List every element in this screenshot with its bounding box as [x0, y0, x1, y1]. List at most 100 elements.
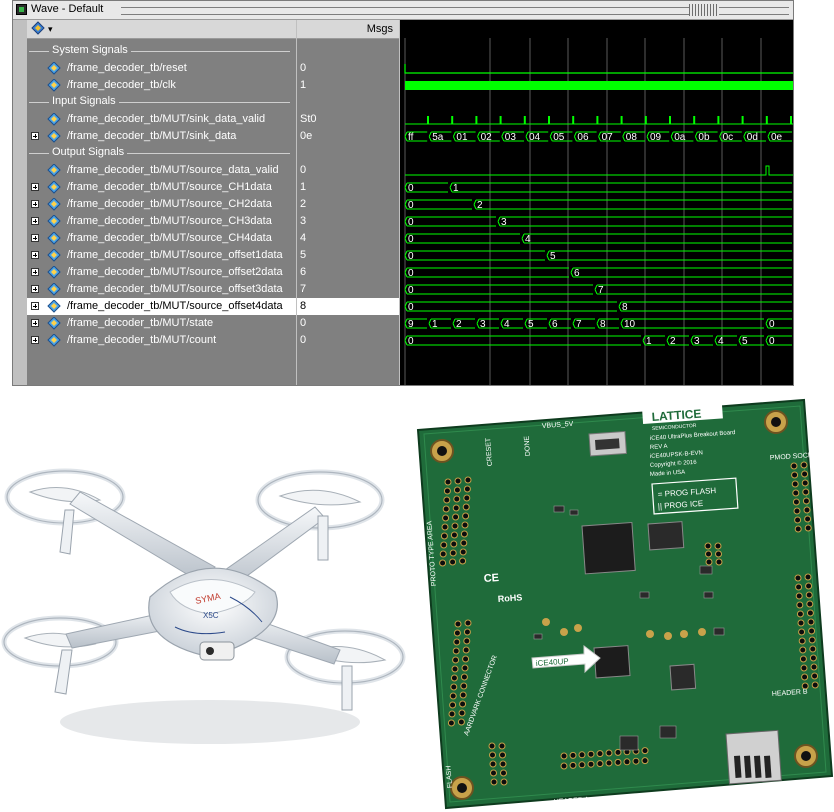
header-pin — [791, 471, 799, 479]
group-row-system[interactable]: System Signals — [27, 43, 296, 60]
sink-data-edge — [477, 131, 481, 142]
channel-edge — [497, 216, 501, 227]
header-pin — [809, 645, 817, 653]
channel-segment — [407, 284, 593, 295]
signal-name: /frame_decoder_tb/MUT/source_offset2data — [67, 266, 283, 278]
header-pin — [460, 682, 468, 690]
signal-value-cell[interactable]: 3 — [297, 213, 399, 230]
signal-value-cell[interactable]: 0e — [297, 128, 399, 145]
count-edge — [714, 335, 718, 346]
header-pin — [578, 761, 586, 769]
header-pin — [805, 582, 813, 590]
signal-row[interactable]: /frame_decoder_tb/MUT/count — [27, 332, 296, 349]
expand-icon[interactable] — [31, 234, 39, 242]
signal-value-cell[interactable]: St0 — [297, 111, 399, 128]
state-label: 5 — [528, 319, 534, 330]
signal-value-cell[interactable]: 0 — [297, 315, 399, 332]
expand-icon[interactable] — [31, 336, 39, 344]
expand-icon[interactable] — [31, 285, 39, 293]
header-pin — [443, 487, 451, 495]
sink-data-label: 5a — [432, 132, 444, 143]
waveform-canvas[interactable]: ff 5a 01 02 03 04 05 06 07 08 09 0a 0b 0c 0d 0e0 10 20 30 4… — [400, 20, 794, 386]
titlebar-drag-handle[interactable] — [689, 4, 719, 16]
signal-name: /frame_decoder_tb/MUT/sink_data_valid — [67, 113, 266, 125]
signal-row[interactable]: /frame_decoder_tb/MUT/source_offset1data — [27, 247, 296, 264]
header-pin — [641, 757, 649, 765]
signal-row[interactable]: /frame_decoder_tb/reset — [27, 60, 296, 77]
header-pin — [457, 718, 465, 726]
channel-segment — [500, 216, 792, 227]
header-pin — [808, 636, 816, 644]
state-edge — [476, 318, 480, 329]
signal-add-icon[interactable] — [31, 21, 45, 35]
signal-name: /frame_decoder_tb/MUT/source_CH4data — [67, 232, 272, 244]
group-row-input[interactable]: Input Signals — [27, 94, 296, 111]
count-segment — [407, 335, 641, 346]
signal-value-cell[interactable]: 1 — [297, 77, 399, 94]
pcb-rohs: RoHS — [497, 592, 522, 604]
window-titlebar[interactable]: Wave - Default — [13, 1, 793, 20]
chevron-down-icon[interactable]: ▾ — [48, 24, 53, 35]
signal-value-cell[interactable]: 5 — [297, 247, 399, 264]
header-pin — [804, 573, 812, 581]
expand-icon[interactable] — [31, 132, 39, 140]
group-row-output[interactable]: Output Signals — [27, 145, 296, 162]
signal-row[interactable]: /frame_decoder_tb/clk — [27, 77, 296, 94]
signal-value: 3 — [300, 215, 307, 227]
header-pin — [803, 506, 811, 514]
expand-icon[interactable] — [31, 251, 39, 259]
signal-diamond-icon — [47, 215, 61, 228]
header-pin — [804, 524, 812, 532]
expand-icon[interactable] — [31, 319, 39, 327]
count-label: 3 — [694, 336, 700, 347]
signal-value-cell[interactable]: 1 — [297, 179, 399, 196]
signal-diamond-icon — [47, 283, 61, 296]
header-pin — [811, 681, 819, 689]
signal-row[interactable]: /frame_decoder_tb/MUT/source_offset4data — [27, 298, 296, 315]
expand-icon[interactable] — [31, 302, 39, 310]
header-pin — [800, 461, 808, 469]
channel-edge — [473, 199, 477, 210]
signal-row[interactable]: /frame_decoder_tb/MUT/source_offset3data — [27, 281, 296, 298]
signal-row[interactable]: /frame_decoder_tb/MUT/source_CH3data — [27, 213, 296, 230]
count-edge — [666, 335, 670, 346]
signal-value-cell[interactable]: 0 — [297, 332, 399, 349]
signal-diamond-icon — [47, 300, 61, 313]
signal-value-cell[interactable]: 4 — [297, 230, 399, 247]
signal-row[interactable]: /frame_decoder_tb/MUT/source_CH2data — [27, 196, 296, 213]
signal-diamond-icon — [47, 130, 61, 143]
expand-icon[interactable] — [31, 183, 39, 191]
header-pin — [623, 758, 631, 766]
expand-icon[interactable] — [31, 200, 39, 208]
signal-value-cell[interactable]: 0 — [297, 162, 399, 179]
signal-value-cell[interactable]: 6 — [297, 264, 399, 281]
header-pin — [794, 574, 802, 582]
signal-value-cell[interactable]: 7 — [297, 281, 399, 298]
signal-row[interactable]: /frame_decoder_tb/MUT/source_CH1data — [27, 179, 296, 196]
header-pin — [807, 618, 815, 626]
signal-row[interactable]: /frame_decoder_tb/MUT/source_CH4data — [27, 230, 296, 247]
signal-value-cell[interactable]: 2 — [297, 196, 399, 213]
sink-data-edge — [767, 131, 771, 142]
signal-row[interactable]: /frame_decoder_tb/MUT/state — [27, 315, 296, 332]
signal-row[interactable]: /frame_decoder_tb/MUT/source_data_valid — [27, 162, 296, 179]
header-pin — [795, 583, 803, 591]
signal-row[interactable]: /frame_decoder_tb/MUT/source_offset2data — [27, 264, 296, 281]
signal-value: 0e — [300, 130, 313, 142]
header-pin — [715, 550, 722, 558]
channel-label: 0 — [408, 200, 414, 211]
state-label: 3 — [480, 319, 486, 330]
state-edge — [765, 318, 769, 329]
channel-label: 8 — [622, 302, 628, 313]
expand-icon[interactable] — [31, 217, 39, 225]
signal-diamond-icon — [47, 249, 61, 262]
waveform-pane[interactable]: ff 5a 01 02 03 04 05 06 07 08 09 0a 0b 0c 0d 0e 0 1 0 2 0 3 0 4… — [400, 20, 794, 386]
signal-value-cell[interactable]: 8 — [297, 298, 399, 315]
channel-label: 0 — [408, 268, 414, 279]
expand-icon[interactable] — [31, 268, 39, 276]
header-pin — [560, 752, 568, 760]
signal-row[interactable]: /frame_decoder_tb/MUT/sink_data — [27, 128, 296, 145]
signal-row[interactable]: /frame_decoder_tb/MUT/sink_data_valid — [27, 111, 296, 128]
signal-value-cell[interactable]: 0 — [297, 60, 399, 77]
header-pin — [578, 751, 586, 759]
